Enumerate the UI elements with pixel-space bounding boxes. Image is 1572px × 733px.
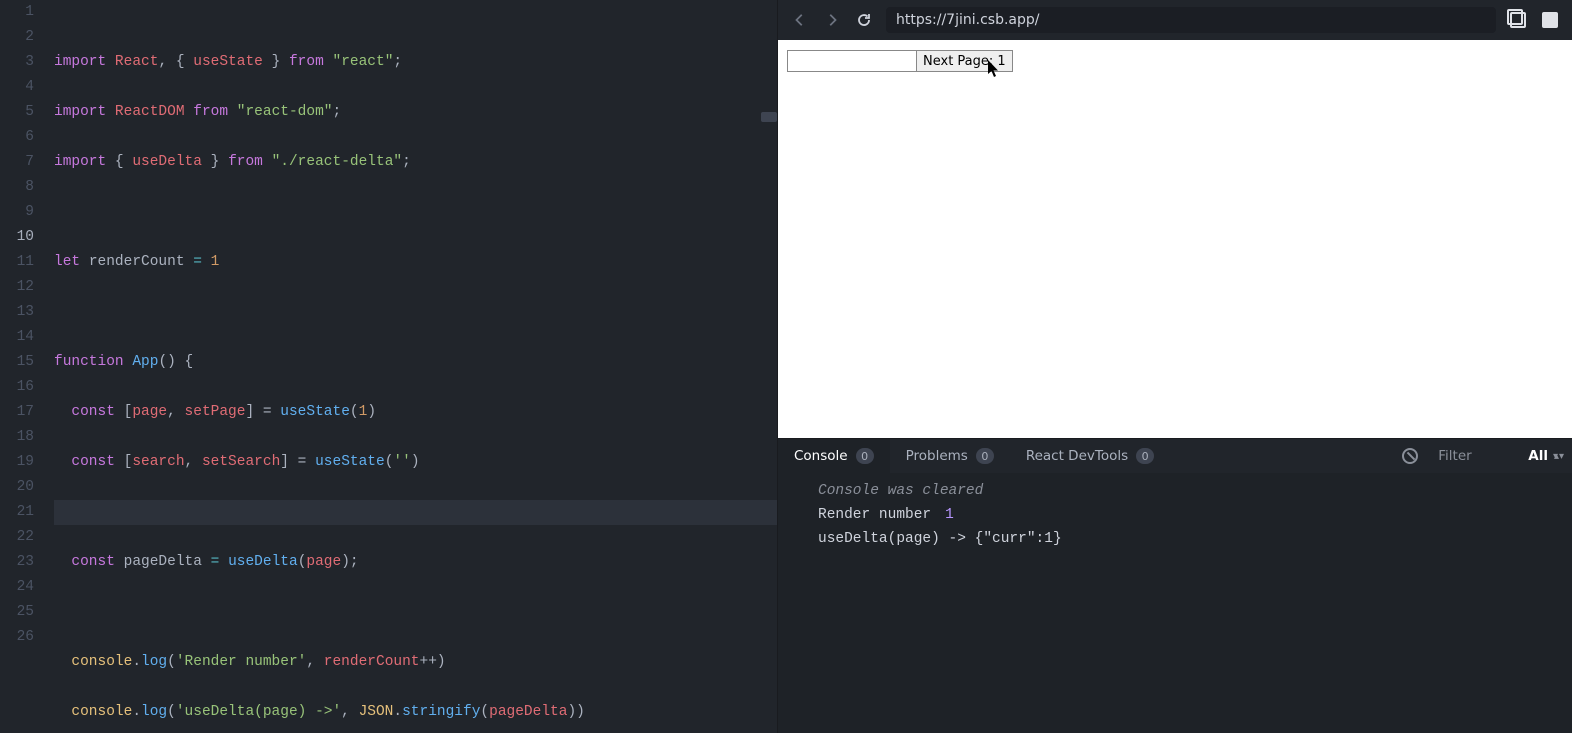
devtools-collapse-icon[interactable]: ▾ xyxy=(1545,439,1566,473)
tab-react-badge: 0 xyxy=(1136,448,1154,464)
preview-next-page-button[interactable]: Next Page: 1 xyxy=(916,50,1013,72)
open-window-icon[interactable] xyxy=(1508,10,1528,30)
new-window-icon[interactable] xyxy=(1540,10,1560,30)
tab-console[interactable]: Console 0 xyxy=(778,439,890,473)
code-area[interactable]: import React, { useState } from "react";… xyxy=(48,0,777,733)
tab-react-label: React DevTools xyxy=(1026,448,1128,464)
console-row: useDelta(page) -> {"curr":1} xyxy=(778,527,1572,551)
devtools-panel: Console 0 Problems 0 React DevTools 0 Fi… xyxy=(778,438,1572,733)
tab-problems-label: Problems xyxy=(906,448,968,464)
nav-back-icon[interactable] xyxy=(790,10,810,30)
console-output[interactable]: Console was cleared Render number1 useDe… xyxy=(778,473,1572,733)
code-editor[interactable]: 12345 6789 10 1112131415 1617181920 2122… xyxy=(0,0,777,733)
tab-problems[interactable]: Problems 0 xyxy=(890,439,1010,473)
url-text: https://7jini.csb.app/ xyxy=(896,12,1039,28)
preview-search-input[interactable] xyxy=(787,50,917,72)
clear-console-icon[interactable] xyxy=(1402,448,1418,464)
url-input[interactable]: https://7jini.csb.app/ xyxy=(886,7,1496,33)
devtools-tabs: Console 0 Problems 0 React DevTools 0 Fi… xyxy=(778,439,1572,473)
minimap-thumb[interactable] xyxy=(761,112,777,122)
nav-forward-icon[interactable] xyxy=(822,10,842,30)
line-gutter: 12345 6789 10 1112131415 1617181920 2122… xyxy=(0,0,48,733)
console-filter-input[interactable]: Filter xyxy=(1430,448,1520,464)
tab-console-label: Console xyxy=(794,448,848,464)
reload-icon[interactable] xyxy=(854,10,874,30)
console-row: Render number1 xyxy=(778,503,1572,527)
tab-react-devtools[interactable]: React DevTools 0 xyxy=(1010,439,1170,473)
preview-frame: Next Page: 1 xyxy=(778,40,1572,438)
tab-problems-badge: 0 xyxy=(976,448,994,464)
browser-pane: https://7jini.csb.app/ Next Page: 1 Cons… xyxy=(778,0,1572,733)
tab-console-badge: 0 xyxy=(856,448,874,464)
browser-toolbar: https://7jini.csb.app/ xyxy=(778,0,1572,40)
console-row: Console was cleared xyxy=(778,479,1572,503)
